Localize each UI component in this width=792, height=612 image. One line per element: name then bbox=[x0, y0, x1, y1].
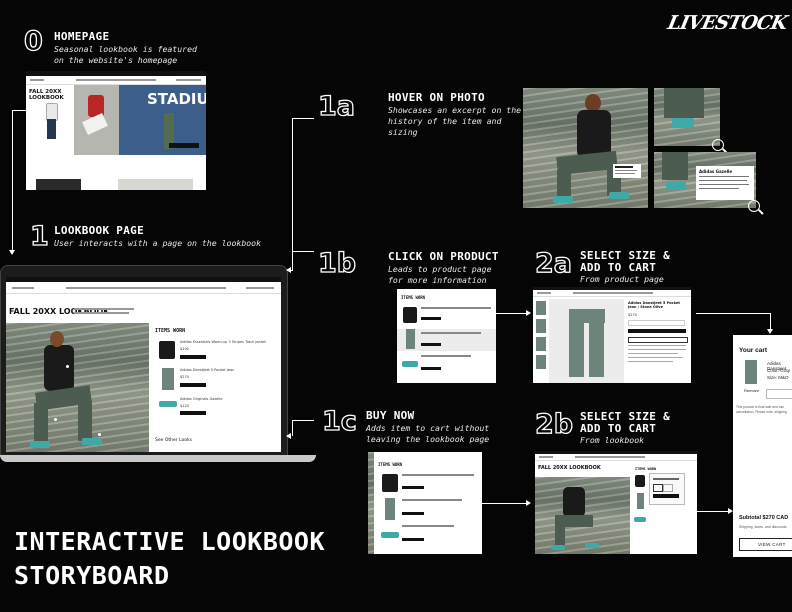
step-1a-title: HOVER ON PHOTO bbox=[388, 91, 485, 104]
click-product-screenshot: ITEMS WORN bbox=[397, 289, 496, 383]
cart-remove-link[interactable]: Remove bbox=[744, 388, 759, 393]
step-1a-desc-2: history of the item and bbox=[388, 116, 502, 126]
step-2b-desc: From lookbook bbox=[580, 435, 645, 445]
items-worn-heading-1b: ITEMS WORN bbox=[401, 295, 426, 300]
step-0-desc-1: Seasonal lookbook is featured bbox=[54, 44, 197, 54]
step-1b-title: CLICK ON PRODUCT bbox=[388, 250, 499, 263]
item-price-jacket: $100 bbox=[180, 347, 189, 351]
step-1c-desc-2: leaving the lookbook page bbox=[366, 434, 490, 444]
step-1-desc: User interacts with a page on the lookbo… bbox=[54, 238, 262, 248]
laptop-frame: FALL 20XX LOOKBOOK ITEMS WORN Adidas Ess… bbox=[0, 265, 288, 457]
home-stadium-text: STADIU bbox=[147, 90, 206, 108]
step-1b-number: 1b bbox=[317, 248, 357, 279]
step-0-desc-2: on the website's homepage bbox=[54, 55, 178, 65]
step-2a-number: 2a bbox=[534, 248, 573, 279]
product-page-screenshot: Adidas Danstjeet 5 Pocket Jean / Stone O… bbox=[533, 287, 691, 383]
cart-note-1: This product is final sale and can bbox=[736, 405, 785, 409]
step-0-number: 0 bbox=[23, 26, 43, 57]
step-1a-desc-1: Showcases an excerpt on the bbox=[388, 105, 522, 115]
buy-now-button-jacket[interactable] bbox=[180, 355, 206, 359]
step-1c-number: 1c bbox=[321, 406, 357, 437]
see-other-looks-link[interactable]: See Other Looks bbox=[155, 438, 192, 443]
step-1c-title: BUY NOW bbox=[366, 409, 415, 422]
cart-shipping-note: Shipping, taxes, and discounts bbox=[739, 525, 787, 529]
step-1a-desc-3: sizing bbox=[388, 127, 418, 137]
items-worn-heading-1c: ITEMS WORN bbox=[378, 462, 403, 467]
buy-now-button-gazelle[interactable] bbox=[180, 411, 206, 415]
lookbook-size-screenshot: FALL 20XX LOOKBOOK ITEMS WORN bbox=[535, 451, 697, 554]
hover-detail-photo-1 bbox=[654, 88, 720, 146]
step-1a-number: 1a bbox=[317, 91, 356, 122]
home-lookbook-title: FALL 20XX LOOKBOOK bbox=[29, 89, 64, 101]
product-page-title: Adidas Danstjeet 5 Pocket Jean / Stone O… bbox=[628, 301, 680, 309]
lookbook-title-2b: FALL 20XX LOOKBOOK bbox=[538, 465, 601, 471]
size-select-popup[interactable] bbox=[649, 473, 685, 505]
storyboard-title-line-1: INTERACTIVE LOOKBOOK bbox=[14, 527, 326, 556]
laptop-base bbox=[0, 455, 316, 462]
cart-item-color: Color: Gray bbox=[767, 368, 791, 373]
step-2b-number: 2b bbox=[534, 409, 574, 440]
step-1b-desc-2: for more information bbox=[388, 275, 487, 285]
livestock-logo: LIVESTOCK bbox=[665, 12, 789, 34]
item-name-gazelle: Adidas Originals Gazelle bbox=[180, 397, 223, 401]
items-worn-heading-2b: ITEMS WORN bbox=[635, 467, 657, 471]
item-price-gazelle: $120 bbox=[180, 404, 189, 408]
cart-item-size: Size: M&O bbox=[767, 375, 789, 380]
item-name-jean: Adidas Danstjeet 5 Pocket Jean bbox=[180, 368, 235, 372]
step-2a-title-2: ADD TO CART bbox=[580, 261, 657, 274]
step-1c-desc-1: Adds item to cart without bbox=[366, 423, 490, 433]
step-2a-desc: From product page bbox=[580, 274, 664, 284]
step-1-number: 1 bbox=[29, 221, 49, 252]
add-to-cart-button-product-page[interactable] bbox=[628, 329, 686, 333]
view-cart-button[interactable]: VIEW CART bbox=[739, 538, 792, 551]
buy-now-screenshot: ITEMS WORN bbox=[368, 452, 482, 554]
cart-note-2: cancellation. Please note, shipping bbox=[736, 410, 787, 414]
storyboard-title: INTERACTIVE LOOKBOOK STORYBOARD bbox=[14, 525, 325, 593]
homepage-screenshot: FALL 20XX LOOKBOOK STADIU bbox=[26, 71, 206, 190]
storyboard-title-line-2: STORYBOARD bbox=[14, 561, 170, 590]
step-1b-desc-1: Leads to product page bbox=[388, 264, 492, 274]
buy-now-button-1c[interactable] bbox=[402, 486, 424, 489]
item-name-jacket: Adidas Essentials Warm-up 3 Stripes Trac… bbox=[180, 340, 266, 344]
step-0-title: HOMEPAGE bbox=[54, 30, 110, 43]
view-cart-label: VIEW CART bbox=[758, 542, 786, 547]
hover-photo bbox=[523, 88, 648, 208]
excerpt-title: Adidas Gazelle bbox=[699, 169, 733, 174]
hover-detail-photo-2: Adidas Gazelle bbox=[654, 152, 756, 208]
items-worn-heading: ITEMS WORN bbox=[155, 328, 186, 334]
quantity-stepper[interactable] bbox=[766, 389, 792, 399]
cart-panel: Your cart Adidas Danstjeet Color: Gray S… bbox=[733, 335, 792, 557]
item-price-jean: $270 bbox=[180, 375, 189, 379]
lookbook-page-screenshot: FALL 20XX LOOKBOOK ITEMS WORN Adidas Ess… bbox=[6, 277, 281, 452]
step-2b-title-2: ADD TO CART bbox=[580, 422, 657, 435]
product-page-price: $270 bbox=[628, 313, 637, 317]
step-1-title: LOOKBOOK PAGE bbox=[54, 224, 144, 237]
cart-title: Your cart bbox=[739, 347, 768, 354]
buy-now-button-jean[interactable] bbox=[180, 383, 206, 387]
cart-subtotal: Subtotal $270 CAD bbox=[739, 515, 789, 521]
